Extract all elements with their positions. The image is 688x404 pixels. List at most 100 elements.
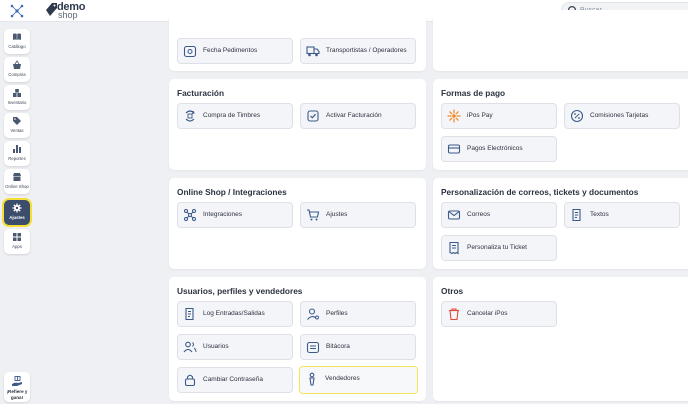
sidebar-item-compras[interactable]: Compras (4, 57, 30, 82)
apps-grid-icon (13, 233, 21, 241)
tile-label: Textos (590, 211, 609, 218)
section-title: Formas de pago (441, 88, 506, 98)
tile-pagos-electronicos[interactable]: Pagos Electrónicos (441, 136, 557, 162)
sidebar-item-label: Online Shop (5, 184, 29, 189)
tile-usuarios[interactable]: Usuarios (177, 334, 293, 360)
tile-activar-facturacion[interactable]: Activar Facturación (300, 103, 416, 129)
calendar-icon (183, 45, 197, 58)
sidebar-item-ventas[interactable]: Ventas (4, 113, 30, 138)
tile-label: Bitácora (326, 343, 350, 350)
shop-icon (13, 173, 21, 181)
tile-log-entradas-salidas[interactable]: Log Entradas/Salidas (177, 301, 293, 327)
tile-textos[interactable]: Textos (564, 202, 680, 228)
tile-label: iPos Pay (467, 112, 493, 119)
sidebar-item-inventario[interactable]: Inventario (4, 85, 30, 110)
tile-label: Cambiar Contraseña (203, 376, 263, 383)
gift-hand-icon (12, 376, 22, 386)
tile-ipos-pay[interactable]: iPos Pay (441, 103, 557, 129)
tile-label: Vendedores (325, 375, 360, 382)
tile-perfiles[interactable]: Perfiles (300, 301, 416, 327)
section-title: Facturación (177, 88, 225, 98)
tile-label: Ajustes (326, 211, 348, 218)
referral-label: ¡Refiere y gana! (6, 389, 28, 400)
document-text-icon (572, 208, 581, 222)
section-title: Usuarios, perfiles y vendedores (177, 286, 303, 296)
section-personalizacion: Personalización de correos, tickets y do… (433, 178, 688, 269)
integrations-icon (184, 209, 196, 221)
boxes-icon (13, 89, 21, 97)
shopping-cart-icon (307, 209, 320, 221)
tile-label: Usuarios (203, 343, 229, 350)
sidebar-item-reportes[interactable]: Reportes (4, 141, 30, 166)
tile-bitacora[interactable]: Bitácora (300, 334, 416, 360)
tile-label: Log Entradas/Salidas (203, 310, 265, 317)
checkbox-icon (307, 110, 319, 122)
tile-label: Activar Facturación (326, 112, 382, 119)
bar-chart-icon (13, 145, 21, 153)
tile-ajustes-shop[interactable]: Ajustes (300, 202, 416, 228)
section-usuarios: Usuarios, perfiles y vendedores Log Entr… (169, 277, 426, 401)
log-icon (185, 307, 194, 321)
stamp-refresh-icon (185, 110, 195, 122)
mail-icon (447, 210, 461, 220)
tile-cancelar-ipos[interactable]: Cancelar iPos (441, 301, 557, 327)
sidebar-item-label: Compras (8, 72, 26, 77)
basket-icon (13, 60, 21, 69)
tile-label: Cancelar iPos (467, 310, 508, 317)
tile-cambiar-contrasena[interactable]: Cambiar Contraseña (177, 367, 293, 393)
section-title: Online Shop / Integraciones (177, 187, 287, 197)
referral-button[interactable]: ¡Refiere y gana! (4, 372, 30, 402)
tile-label: Fecha Pedimentos (203, 47, 258, 54)
price-tag-icon (13, 117, 21, 125)
section-card-top-right (433, 10, 688, 71)
sidebar-item-label: Apps (12, 244, 22, 249)
tile-label: Correos (467, 211, 491, 218)
sidebar-item-label: Catálogo (8, 44, 26, 49)
tile-correos[interactable]: Correos (441, 202, 557, 228)
tile-personaliza-ticket[interactable]: Personaliza tu Ticket (441, 235, 557, 261)
app-logo-icon[interactable] (9, 3, 25, 19)
tile-vendedores[interactable]: Vendedores (299, 366, 418, 394)
brand-logo[interactable]: demo shop (44, 1, 94, 21)
section-card-top: Fecha Pedimentos Transportistas / Operad… (169, 10, 426, 71)
receipt-icon (449, 241, 459, 255)
sidebar: Catálogo Compras Inventario Ventas Repor… (0, 22, 33, 404)
sidebar-item-label: Reportes (8, 156, 26, 161)
sidebar-item-catalogo[interactable]: Catálogo (4, 29, 30, 54)
tile-label: Personaliza tu Ticket (467, 244, 527, 251)
sidebar-item-apps[interactable]: Apps (4, 229, 30, 254)
section-formas-pago: Formas de pago iPos Pay Comisiones Tarje… (433, 79, 688, 170)
tile-label: Comisiones Tarjetas (590, 112, 649, 119)
user-profile-icon (307, 308, 319, 320)
logbook-icon (306, 341, 320, 354)
tile-comisiones-tarjetas[interactable]: Comisiones Tarjetas (564, 103, 680, 129)
tile-transportistas[interactable]: Transportistas / Operadores (300, 38, 416, 64)
percent-icon (570, 109, 584, 123)
credit-card-icon (447, 144, 461, 154)
tile-label: Perfiles (326, 310, 348, 317)
section-facturacion: Facturación Compra de Timbres Activar Fa… (169, 79, 426, 170)
gear-icon (12, 203, 22, 213)
section-otros: Otros Cancelar iPos (433, 277, 688, 401)
sidebar-item-ajustes[interactable]: Ajustes (4, 200, 30, 225)
sidebar-item-online-shop[interactable]: Online Shop (4, 169, 30, 194)
tile-fecha-pedimentos[interactable]: Fecha Pedimentos (177, 38, 293, 64)
lock-icon (184, 374, 196, 387)
section-online-shop: Online Shop / Integraciones Integracione… (169, 178, 426, 269)
tile-label: Integraciones (203, 211, 243, 218)
ipos-pay-icon (447, 109, 461, 123)
tile-label: Pagos Electrónicos (467, 145, 523, 152)
tile-compra-timbres[interactable]: Compra de Timbres (177, 103, 293, 129)
tile-label: Transportistas / Operadores (326, 47, 407, 54)
truck-icon (306, 46, 320, 57)
section-title: Personalización de correos, tickets y do… (441, 187, 639, 197)
seller-icon (309, 372, 315, 386)
section-title: Otros (441, 286, 464, 296)
brand-name-bottom: shop (58, 10, 78, 20)
tile-label: Compra de Timbres (203, 112, 261, 119)
users-icon (183, 341, 197, 353)
trash-icon (449, 308, 459, 321)
tile-integraciones[interactable]: Integraciones (177, 202, 293, 228)
book-icon (13, 33, 21, 40)
sidebar-item-label: Ajustes (9, 215, 25, 220)
